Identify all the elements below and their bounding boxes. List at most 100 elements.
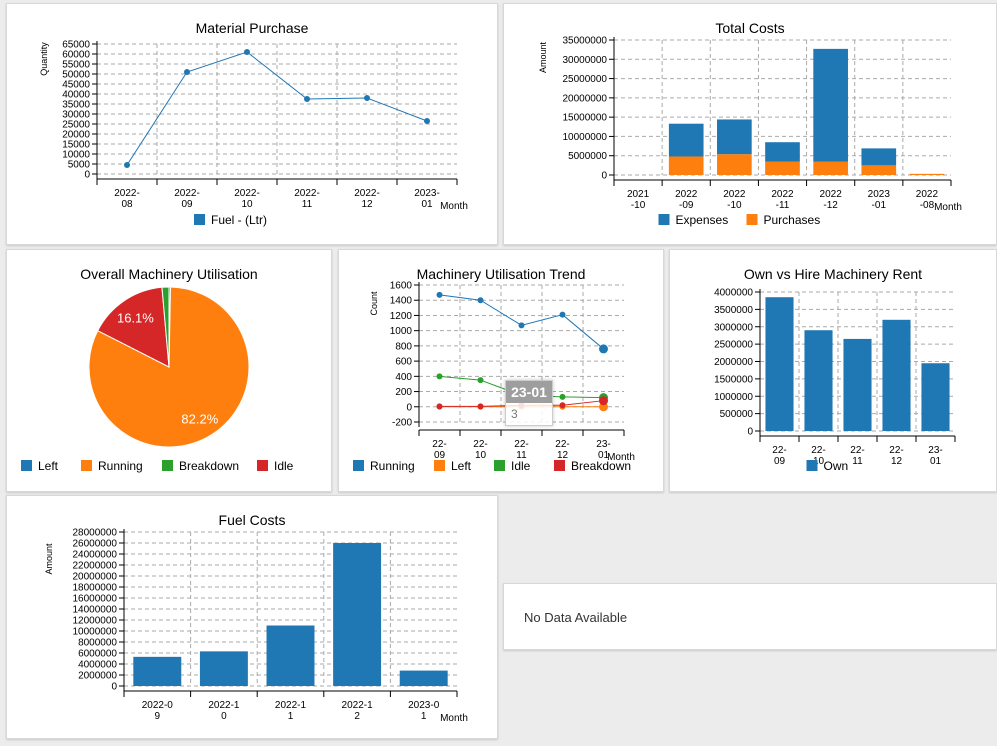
x-tick-label: 22-: [772, 445, 786, 456]
legend-label: Breakdown: [571, 459, 631, 473]
y-tick-label: 60000: [62, 50, 90, 61]
y-tick-label: 16000000: [73, 594, 118, 605]
y-tick-label: 3500000: [714, 305, 753, 316]
legend-swatch: [81, 460, 92, 471]
y-tick-label: 0: [111, 682, 117, 693]
bar: [813, 161, 848, 175]
y-tick-label: 5000: [68, 160, 91, 171]
x-tick-label: 22-: [889, 445, 903, 456]
y-tick-label: 30000000: [563, 55, 608, 66]
x-tick-label: -11: [776, 200, 790, 211]
slice-label: 82.2%: [181, 411, 218, 426]
legend-label: Breakdown: [179, 459, 239, 473]
y-tick-label: 15000: [62, 140, 90, 151]
chart-title: Total Costs: [715, 20, 784, 36]
y-tick-label: 800: [395, 341, 412, 352]
x-tick-label: -09: [679, 200, 694, 211]
machinery-rent-chart: Own vs Hire Machinery Rent 0 500000 1000000…: [714, 266, 956, 473]
x-tick-label: 2022-1: [275, 700, 307, 711]
bar: [133, 656, 182, 686]
x-tick-label: 2022: [723, 189, 746, 200]
legend-label: Idle: [511, 459, 531, 473]
data-point: [599, 396, 608, 406]
data-point: [244, 49, 250, 55]
x-tick-label: 08: [121, 199, 133, 210]
bar: [399, 670, 448, 686]
chart-title: Fuel Costs: [219, 512, 286, 528]
data-point: [436, 403, 443, 410]
y-tick-label: 10000000: [563, 132, 608, 143]
y-tick-label: 6000000: [78, 649, 117, 660]
x-tick-label: 22-: [432, 439, 446, 450]
y-tick-label: 4000000: [78, 660, 117, 671]
y-tick-label: 12000000: [73, 616, 118, 627]
y-tick-label: 0: [406, 402, 412, 413]
y-tick-label: 20000000: [73, 572, 118, 583]
x-tick-label: 2023: [868, 189, 891, 200]
y-tick-label: 15000000: [563, 113, 608, 124]
x-tick-label: -10: [631, 200, 646, 211]
x-tick-label: 2021: [627, 189, 650, 200]
data-point: [304, 96, 310, 102]
y-tick-label: 1600: [390, 281, 413, 292]
tooltip-title: 23-01: [506, 381, 552, 403]
data-point: [124, 162, 130, 168]
machinery-utilisation-panel: Overall Machinery Utilisation 82.2% 16.1% L…: [6, 249, 332, 492]
y-tick-label: 40000: [62, 90, 90, 101]
y-axis-label: Count: [369, 291, 379, 316]
machinery-rent-panel: Own vs Hire Machinery Rent 0 500000 1000000…: [669, 249, 997, 492]
x-tick-label: 11: [852, 456, 863, 467]
y-tick-label: 0: [747, 427, 753, 438]
y-axis-label: Amount: [538, 41, 548, 73]
legend-swatch: [353, 460, 364, 471]
data-point: [424, 118, 430, 124]
y-tick-label: 20000000: [563, 93, 608, 104]
y-tick-label: 500000: [720, 409, 754, 420]
y-tick-label: 1000: [390, 326, 413, 337]
y-tick-label: 25000: [62, 120, 90, 131]
y-tick-label: 200: [395, 387, 412, 398]
x-tick-label: 2022: [820, 189, 843, 200]
legend-swatch: [554, 460, 565, 471]
material-purchase-chart: Material Purchase 05000100001500020000250…: [39, 20, 468, 227]
data-point: [184, 69, 190, 75]
y-tick-label: 18000000: [73, 583, 118, 594]
x-tick-label: 09: [434, 450, 446, 461]
x-tick-label: 10: [241, 199, 253, 210]
y-tick-label: 26000000: [73, 539, 118, 550]
chart-title: Own vs Hire Machinery Rent: [744, 266, 922, 282]
y-tick-label: 2000000: [714, 357, 753, 368]
legend-label: Own: [824, 459, 849, 473]
bar: [909, 173, 945, 175]
y-tick-label: 30000: [62, 110, 90, 121]
x-tick-label: 22-: [850, 445, 864, 456]
x-tick-label: 2: [354, 711, 360, 722]
legend-label: Purchases: [764, 213, 821, 227]
y-tick-label: 3000000: [714, 322, 753, 333]
y-tick-label: 1200: [390, 311, 413, 322]
data-point: [364, 95, 370, 101]
utilisation-trend-panel: Machinery Utilisation Trend -200 0 200 400 60…: [338, 249, 664, 492]
series-line: [439, 294, 604, 350]
x-tick-label: 2022-: [354, 188, 380, 199]
y-tick-label: 1400: [390, 296, 413, 307]
legend-label: Running: [98, 459, 143, 473]
x-tick-label: 2022-: [294, 188, 320, 199]
data-point: [436, 291, 443, 298]
y-tick-label: 10000000: [73, 627, 118, 638]
x-tick-label: 2022-1: [208, 700, 240, 711]
y-axis-label: Quantity: [39, 42, 49, 76]
bar: [333, 543, 382, 686]
y-tick-label: 50000: [62, 70, 90, 81]
x-tick-label: 2022: [675, 189, 698, 200]
x-tick-label: 12: [891, 456, 903, 467]
bar: [266, 625, 315, 686]
x-tick-label: -10: [727, 200, 742, 211]
y-tick-label: 0: [84, 170, 90, 181]
chart-tooltip: 23-01 3: [505, 380, 553, 426]
y-tick-label: 4000000: [714, 288, 753, 299]
bar: [668, 123, 704, 157]
y-tick-label: 35000: [62, 100, 90, 111]
bar: [804, 330, 833, 431]
x-tick-label: 11: [302, 199, 313, 210]
